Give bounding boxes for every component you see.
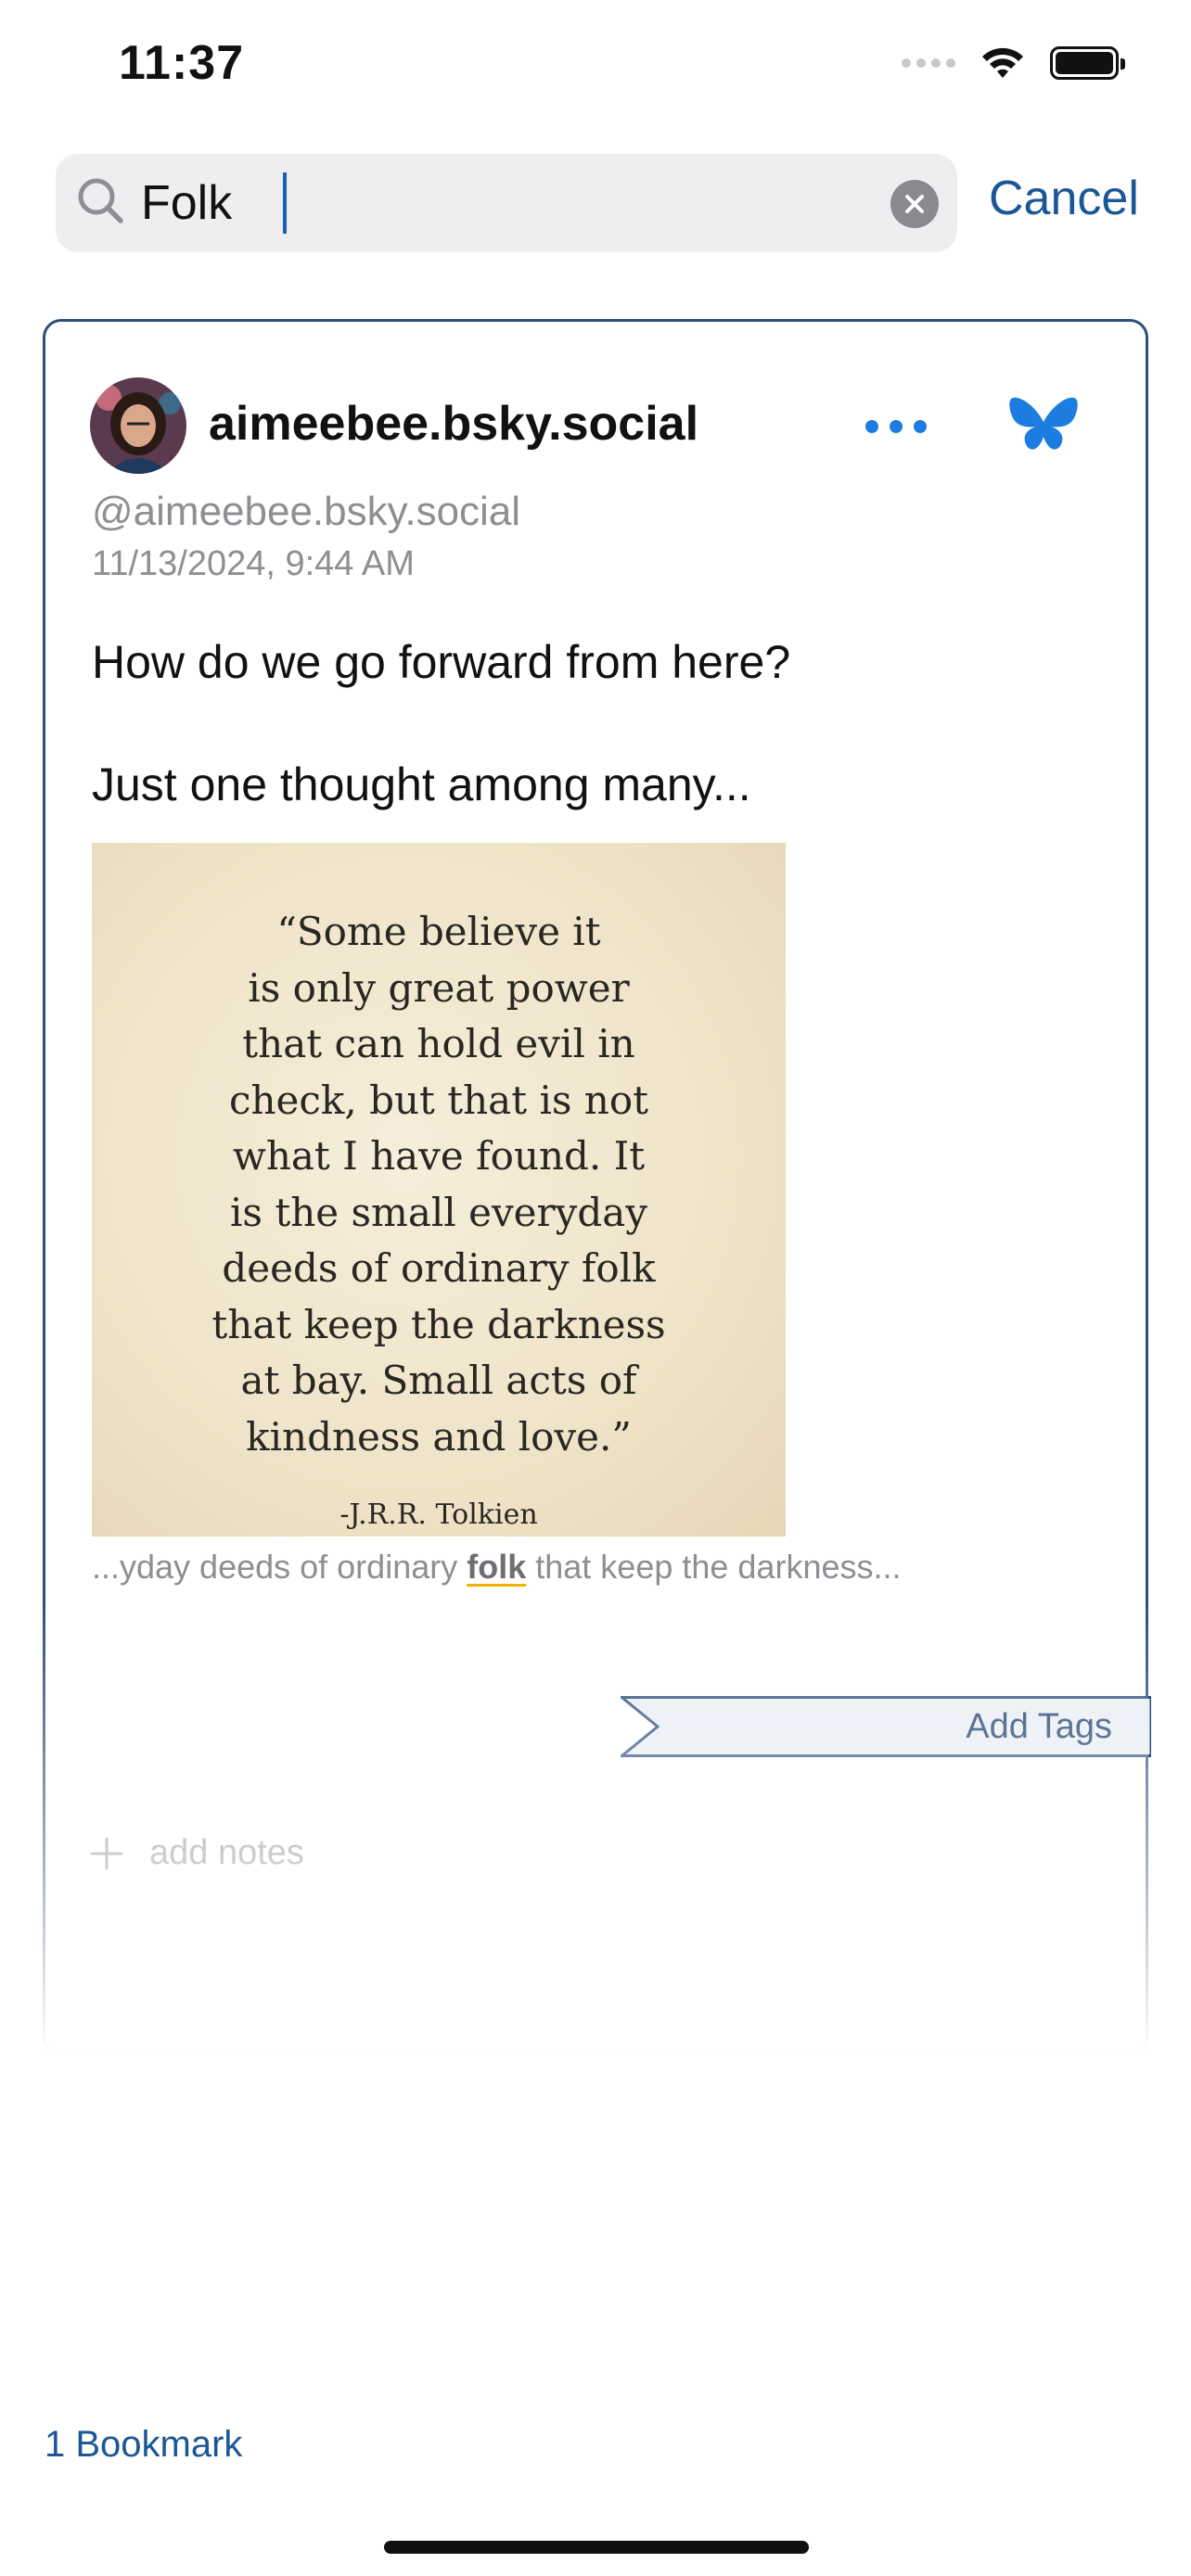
plus-icon (90, 1837, 123, 1869)
text-cursor (283, 172, 287, 234)
search-match-snippet: ...yday deeds of ordinary folk that keep… (92, 1548, 902, 1586)
battery-icon (1050, 46, 1125, 80)
post-image[interactable]: “Some believe it is only great power tha… (92, 843, 786, 1537)
search-bar[interactable]: Folk (56, 154, 957, 252)
add-tags-label: Add Tags (966, 1707, 1112, 1746)
post-timestamp: 11/13/2024, 9:44 AM (92, 544, 415, 583)
more-options-icon[interactable] (865, 420, 927, 433)
cellular-signal-icon (902, 58, 955, 68)
bluesky-butterfly-icon[interactable] (1008, 394, 1079, 457)
bookmark-card[interactable]: aimeebee.bsky.social @aimeebee.bsky.soci… (43, 319, 1151, 2057)
status-time: 11:37 (119, 36, 245, 90)
add-tags-button[interactable]: Add Tags (621, 1696, 1151, 1757)
post-text-line-2: Just one thought among many... (92, 759, 751, 810)
search-icon (78, 178, 123, 223)
status-icons (902, 45, 1125, 82)
tag-ribbon-shape (621, 1696, 1151, 1757)
cancel-button[interactable]: Cancel (989, 171, 1139, 226)
bookmark-count: 1 Bookmark (45, 2424, 243, 2465)
post-text-line-1: How do we go forward from here? (92, 636, 791, 688)
add-notes-label: add notes (149, 1833, 304, 1872)
quote-text: “Some believe it is only great power tha… (211, 909, 666, 1460)
add-notes-button[interactable]: add notes (90, 1833, 304, 1873)
display-name[interactable]: aimeebee.bsky.social (209, 396, 698, 452)
home-indicator[interactable] (384, 2541, 809, 2554)
wifi-icon (982, 47, 1023, 78)
avatar[interactable] (90, 377, 186, 474)
search-input[interactable]: Folk (141, 154, 920, 252)
quote-author: -J.R.R. Tolkien (339, 1498, 538, 1531)
clear-search-icon[interactable] (890, 180, 939, 228)
search-match-highlight: folk (467, 1548, 527, 1586)
author-handle: @aimeebee.bsky.social (92, 489, 521, 534)
